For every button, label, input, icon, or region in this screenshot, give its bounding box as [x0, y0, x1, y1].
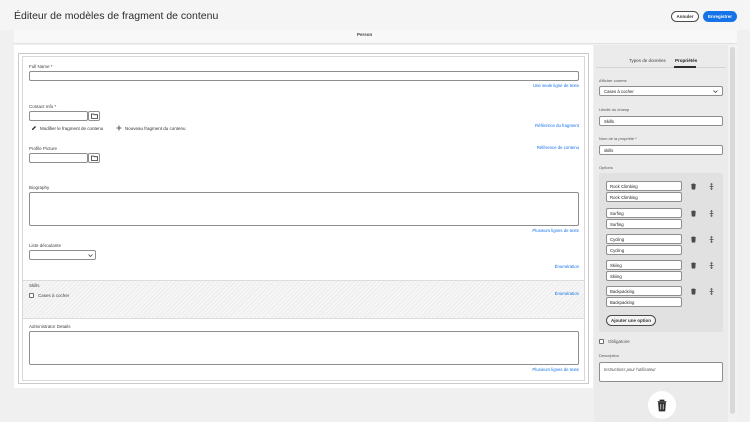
- option-text-input[interactable]: Backpacking: [606, 286, 682, 296]
- option-value-input[interactable]: Skiing: [606, 271, 682, 281]
- profile-picture-label: Profile Picture: [29, 146, 58, 151]
- profile-picture-browse-button[interactable]: [88, 153, 100, 163]
- admin-details-type-link[interactable]: Plusieurs lignes de texte: [532, 367, 579, 372]
- required-checkbox[interactable]: [599, 339, 604, 344]
- field-label-input[interactable]: Skills: [599, 116, 723, 126]
- description-label: Description: [599, 353, 620, 358]
- dropdown-label: Liste déroulante: [29, 243, 62, 248]
- pencil-icon: [32, 126, 36, 130]
- dropdown-select[interactable]: [29, 250, 96, 260]
- trash-icon[interactable]: [690, 210, 697, 217]
- edit-fragment-label: Modifier le fragment de contenu: [40, 125, 104, 131]
- full-name-label: Full Name *: [29, 64, 53, 69]
- property-name-input[interactable]: skills: [599, 145, 723, 155]
- render-as-value: Cases à cocher: [604, 88, 634, 94]
- tab-properties[interactable]: Propriétés: [675, 58, 697, 63]
- biography-textarea[interactable]: [29, 192, 579, 226]
- tabs-divider: [596, 67, 726, 68]
- drag-handle-icon[interactable]: [708, 262, 715, 269]
- scrollbar-thumb[interactable]: [730, 47, 735, 414]
- option-text-input[interactable]: Cycling: [606, 234, 682, 244]
- profile-picture-type-link[interactable]: Référence de contenu: [537, 145, 579, 150]
- render-as-select[interactable]: Cases à cocher: [599, 86, 723, 96]
- render-as-label: Afficher comme: [599, 78, 627, 83]
- new-fragment-label: Nouveau fragment du contenu: [125, 125, 186, 131]
- option-value-input[interactable]: Surfing: [606, 219, 682, 229]
- trash-icon[interactable]: [690, 183, 697, 190]
- skills-type-link[interactable]: Énumération: [555, 291, 579, 296]
- drag-handle-icon[interactable]: [708, 236, 715, 243]
- trash-icon[interactable]: [690, 288, 697, 295]
- skills-label: Skills: [29, 283, 40, 288]
- folder-icon: [90, 155, 98, 161]
- skills-field-selected[interactable]: [23, 280, 584, 319]
- option-value-input[interactable]: Cycling: [606, 245, 682, 255]
- drag-handle-icon[interactable]: [708, 288, 715, 295]
- trash-icon[interactable]: [690, 262, 697, 269]
- biography-label: Biography: [29, 185, 50, 190]
- required-label: Obligatoire: [608, 339, 630, 344]
- skills-checkbox-label: Cases à cocher: [38, 293, 70, 298]
- option-text-input[interactable]: Surfing: [606, 208, 682, 218]
- field-label-label: Libellé du champ: [599, 107, 630, 112]
- full-name-type-link[interactable]: Une seule ligne de texte: [533, 83, 579, 88]
- description-textarea[interactable]: Instructions pour l'utilisateur: [599, 362, 723, 382]
- admin-details-textarea[interactable]: [29, 331, 579, 365]
- plus-icon: [116, 125, 122, 131]
- chevron-down-icon: [713, 90, 718, 93]
- active-tab-indicator: [674, 66, 696, 68]
- contact-info-label: Contact Info *: [29, 104, 57, 109]
- chevron-down-icon: [88, 254, 93, 257]
- trash-icon: [657, 399, 667, 411]
- full-name-input[interactable]: [29, 71, 579, 81]
- add-option-button[interactable]: Ajouter une option: [606, 315, 656, 326]
- save-button[interactable]: Enregistrer: [703, 11, 737, 22]
- options-label: Options: [599, 165, 613, 170]
- folder-icon: [90, 113, 98, 119]
- page-title: Éditeur de modèles de fragment de conten…: [14, 10, 219, 22]
- contact-info-type-link[interactable]: Référence du fragment: [535, 123, 579, 128]
- cancel-button[interactable]: Annuler: [671, 11, 699, 22]
- biography-type-link[interactable]: Plusieurs lignes de texte: [532, 228, 579, 233]
- profile-picture-input[interactable]: [29, 153, 88, 163]
- new-fragment-action[interactable]: Nouveau fragment du contenu: [116, 125, 186, 131]
- tab-data-types[interactable]: Types de données: [629, 58, 666, 63]
- model-name-bar: [14, 30, 737, 44]
- contact-info-browse-button[interactable]: [88, 111, 100, 121]
- option-text-input[interactable]: Rock Climbing: [606, 181, 682, 191]
- edit-fragment-action[interactable]: Modifier le fragment de contenu: [31, 125, 103, 131]
- contact-info-input[interactable]: [29, 111, 88, 121]
- model-name: Person: [357, 32, 373, 37]
- drag-handle-icon[interactable]: [708, 183, 715, 190]
- trash-icon[interactable]: [690, 236, 697, 243]
- drag-handle-icon[interactable]: [708, 210, 715, 217]
- option-value-input[interactable]: Rock Climbing: [606, 192, 682, 202]
- delete-field-button[interactable]: [648, 391, 676, 419]
- option-value-input[interactable]: Backpacking: [606, 297, 682, 307]
- admin-details-label: Administrator Details: [29, 324, 71, 329]
- option-text-input[interactable]: Skiing: [606, 260, 682, 270]
- description-placeholder: Instructions pour l'utilisateur: [604, 367, 656, 372]
- property-name-label: Nom de la propriété *: [599, 136, 637, 141]
- dropdown-type-link[interactable]: Énumération: [555, 264, 579, 269]
- skills-checkbox[interactable]: [29, 293, 34, 298]
